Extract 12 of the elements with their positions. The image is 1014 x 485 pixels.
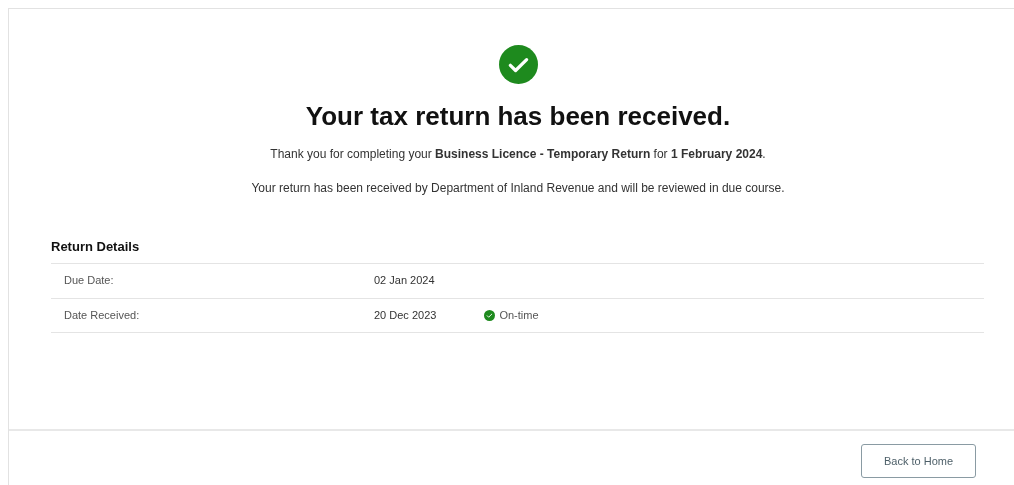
detail-label: Date Received: xyxy=(64,307,141,323)
success-check-icon xyxy=(498,45,538,84)
back-to-home-button[interactable]: Back to Home xyxy=(861,444,976,478)
confirmation-message: Thank you for completing your Business Licence - Temporary Return for 1 February 2024. xyxy=(270,146,766,163)
detail-value: 20 Dec 2023 xyxy=(374,307,437,323)
confirmation-note: Your return has been received by Department of Inland Revenue and will be reviewed in due course. xyxy=(251,180,785,197)
detail-value: 02 Jan 2024 xyxy=(374,273,435,289)
detail-label: Due Date: xyxy=(64,273,115,289)
confirmation-title: Your tax return has been received. xyxy=(305,100,731,133)
section-heading: Return Details xyxy=(51,238,141,256)
check-circle-icon xyxy=(484,309,496,321)
status-text: On-time xyxy=(499,307,539,323)
